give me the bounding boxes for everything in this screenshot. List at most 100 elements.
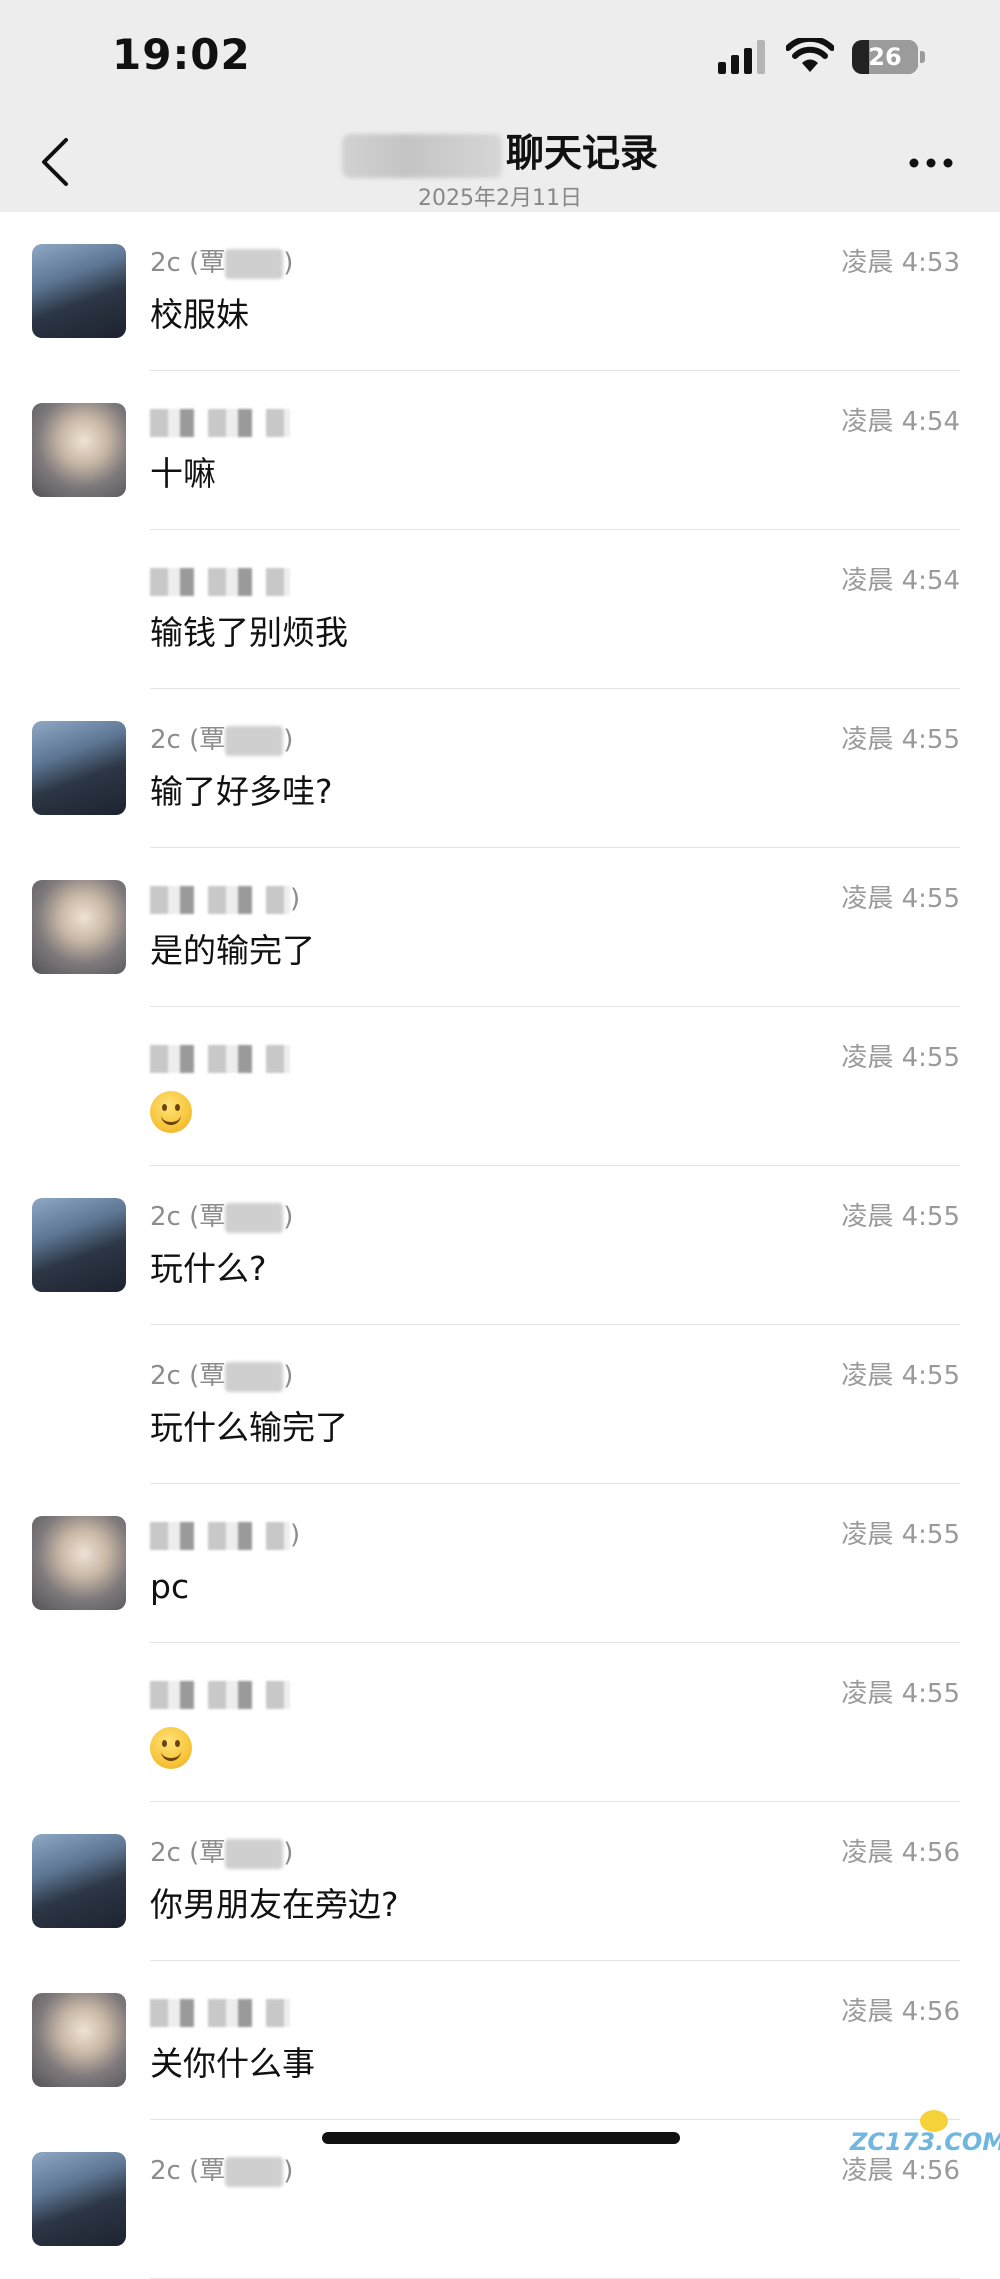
message-body: 2c (覃) 你男朋友在旁边? — [150, 1836, 960, 1926]
message-row[interactable]: 2c (覃) 输了好多哇? 凌晨 4:55 — [0, 689, 1000, 848]
sender-name — [150, 1677, 960, 1711]
chat-date: 2025年2月11日 — [418, 185, 582, 211]
message-row[interactable]: 凌晨 4:55 — [0, 1643, 1000, 1802]
avatar[interactable] — [32, 2152, 126, 2246]
message-text: 你男朋友在旁边? — [150, 1885, 399, 1924]
message-row[interactable]: 关你什么事 凌晨 4:56 — [0, 1961, 1000, 2120]
redacted-name — [150, 567, 290, 596]
redacted-name — [225, 1838, 284, 1869]
message-text: 输了好多哇? — [150, 772, 333, 811]
avatar[interactable] — [32, 1993, 126, 2087]
signal-icon — [718, 40, 765, 74]
chat-history-title: 聊天记录 — [340, 122, 660, 178]
sender-name: 2c (覃) — [150, 1836, 960, 1870]
message-time: 凌晨 4:56 — [841, 1997, 960, 2027]
message-body: 2c (覃) 玩什么输完了 — [150, 1359, 960, 1449]
home-indicator[interactable] — [322, 2132, 680, 2144]
sender-name: 2c (覃) — [150, 1359, 960, 1393]
sender-name-suffix: ) — [283, 1838, 294, 1868]
battery-tip — [920, 51, 925, 63]
message-time: 凌晨 4:54 — [841, 566, 960, 596]
more-icon[interactable] — [906, 154, 956, 172]
smile-emoji-icon — [150, 1726, 192, 1769]
message-row[interactable]: ) pc 凌晨 4:55 — [0, 1484, 1000, 1643]
sender-name-text: 2c (覃 — [150, 1361, 226, 1391]
sender-name: 2c (覃) — [150, 246, 960, 280]
nav-bar: 聊天记录 2025年2月11日 — [0, 118, 1000, 212]
avatar[interactable] — [32, 1516, 126, 1610]
message-row[interactable]: 2c (覃) 你男朋友在旁边? 凌晨 4:56 — [0, 1802, 1000, 1961]
message-time: 凌晨 4:55 — [841, 1679, 960, 1709]
redacted-name — [150, 1044, 290, 1073]
message-time: 凌晨 4:54 — [841, 407, 960, 437]
message-time: 凌晨 4:55 — [841, 1043, 960, 1073]
message-body: 关你什么事 — [150, 1995, 960, 2085]
message-text — [150, 1089, 960, 1133]
redacted-name — [225, 1202, 284, 1233]
message-time: 凌晨 4:55 — [841, 1202, 960, 1232]
sender-name-text: 2c (覃 — [150, 725, 226, 755]
sender-name-suffix: ) — [290, 1520, 301, 1550]
avatar[interactable] — [32, 721, 126, 815]
sender-name-suffix: ) — [283, 248, 294, 278]
message-body — [150, 1041, 960, 1133]
status-bar: 19:02 26 — [0, 0, 1000, 118]
sender-name: ) — [150, 1518, 960, 1552]
status-time: 19:02 — [112, 30, 251, 79]
sender-name-text: 2c (覃 — [150, 1838, 226, 1868]
redacted-name — [225, 1361, 284, 1392]
message-text: pc — [150, 1567, 190, 1606]
message-body — [150, 1677, 960, 1769]
message-row[interactable]: 十嘛 凌晨 4:54 — [0, 371, 1000, 530]
avatar[interactable] — [32, 244, 126, 338]
battery-icon: 26 — [852, 40, 928, 74]
message-time: 凌晨 4:55 — [841, 1361, 960, 1391]
message-text: 玩什么? — [150, 1249, 267, 1288]
redacted-group-name — [341, 133, 502, 178]
smile-emoji-icon — [150, 1090, 192, 1133]
sender-name-suffix: ) — [290, 884, 301, 914]
message-text — [150, 1725, 960, 1769]
message-time: 凌晨 4:55 — [841, 884, 960, 914]
wifi-icon — [786, 38, 834, 72]
sender-name — [150, 1995, 960, 2029]
sender-name-suffix: ) — [283, 1361, 294, 1391]
avatar[interactable] — [32, 1834, 126, 1928]
avatar[interactable] — [32, 1198, 126, 1292]
redacted-name — [150, 408, 290, 437]
avatar[interactable] — [32, 403, 126, 497]
message-text: 是的输完了 — [150, 931, 315, 970]
sender-name — [150, 564, 960, 598]
sender-name-text: 2c (覃 — [150, 2156, 226, 2186]
sender-name: 2c (覃) — [150, 723, 960, 757]
sender-name: ) — [150, 882, 960, 916]
message-row[interactable]: 凌晨 4:55 — [0, 1007, 1000, 1166]
message-row[interactable]: 2c (覃) 玩什么? 凌晨 4:55 — [0, 1166, 1000, 1325]
message-body: 2c (覃) — [150, 2154, 960, 2202]
sender-name: 2c (覃) — [150, 1200, 960, 1234]
redacted-name — [225, 248, 284, 279]
message-body: 2c (覃) 输了好多哇? — [150, 723, 960, 813]
message-body: ) 是的输完了 — [150, 882, 960, 972]
redacted-name — [150, 1998, 290, 2027]
message-body: 2c (覃) 玩什么? — [150, 1200, 960, 1290]
message-row[interactable]: 输钱了别烦我 凌晨 4:54 — [0, 530, 1000, 689]
message-text: 玩什么输完了 — [150, 1408, 348, 1447]
sender-name-text: 2c (覃 — [150, 248, 226, 278]
message-text: 关你什么事 — [150, 2044, 315, 2083]
message-body: 2c (覃) 校服妹 — [150, 246, 960, 336]
redacted-name — [225, 2156, 284, 2187]
redacted-name — [225, 725, 284, 756]
message-row[interactable]: ) 是的输完了 凌晨 4:55 — [0, 848, 1000, 1007]
sender-name-text: 2c (覃 — [150, 1202, 226, 1232]
message-time: 凌晨 4:53 — [841, 248, 960, 278]
chevron-left-icon[interactable] — [30, 132, 80, 192]
message-row[interactable]: 2c (覃) 校服妹 凌晨 4:53 — [0, 212, 1000, 371]
message-row[interactable]: 2c (覃) 玩什么输完了 凌晨 4:55 — [0, 1325, 1000, 1484]
message-text: 输钱了别烦我 — [150, 613, 348, 652]
redacted-name — [150, 1521, 290, 1550]
sender-name-suffix: ) — [283, 1202, 294, 1232]
message-body: 输钱了别烦我 — [150, 564, 960, 654]
redacted-name — [150, 1680, 290, 1709]
avatar[interactable] — [32, 880, 126, 974]
